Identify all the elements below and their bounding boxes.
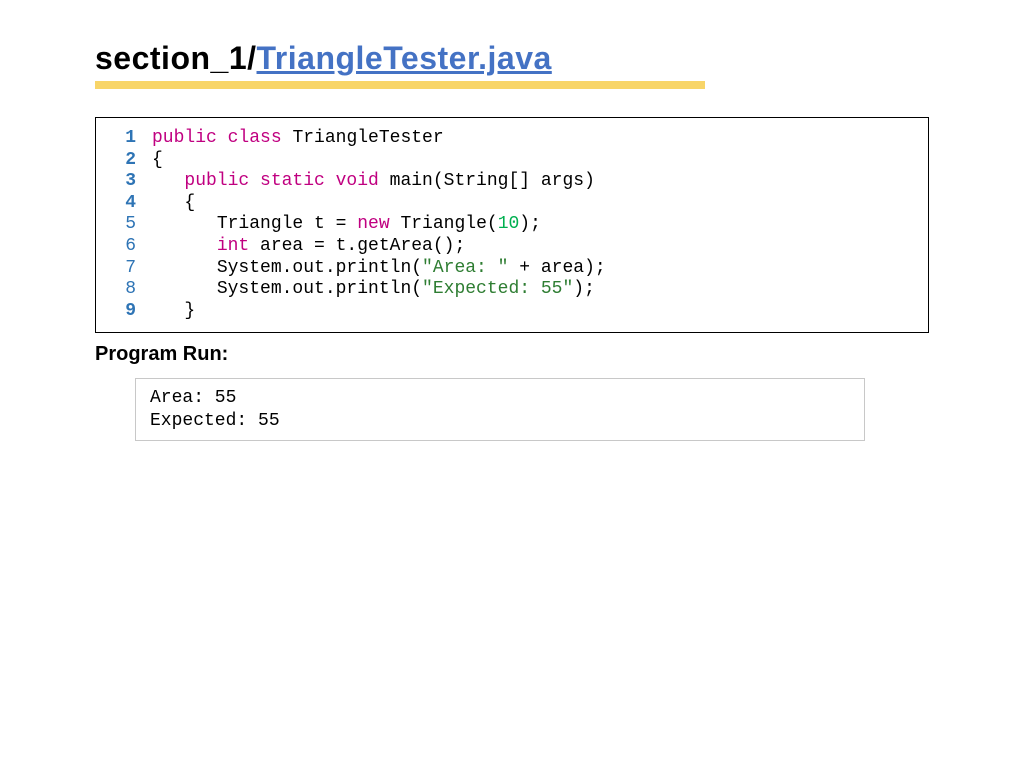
code-indent xyxy=(152,301,184,321)
code-keyword: public class xyxy=(152,128,292,148)
line-number: 7 xyxy=(110,258,136,280)
code-number: 10 xyxy=(498,214,520,234)
line-number: 8 xyxy=(110,279,136,301)
line-number: 3 xyxy=(110,171,136,193)
code-text: } xyxy=(184,301,195,321)
title-underline xyxy=(95,81,705,89)
code-text: ); xyxy=(573,279,595,299)
code-keyword: new xyxy=(357,214,389,234)
code-type: int xyxy=(217,236,249,256)
title-filename-link[interactable]: TriangleTester.java xyxy=(257,40,552,76)
code-string: "Area: " xyxy=(422,258,508,278)
code-indent xyxy=(152,258,217,278)
line-number: 9 xyxy=(110,301,136,323)
code-text: System.out.println( xyxy=(217,258,422,278)
code-text: TriangleTester xyxy=(292,128,443,148)
code-string: "Expected: 55" xyxy=(422,279,573,299)
output-line: Expected: 55 xyxy=(150,411,280,431)
code-indent xyxy=(152,171,184,191)
line-number: 6 xyxy=(110,236,136,258)
code-listing: 1 public class TriangleTester 2 { 3 public… xyxy=(95,117,929,333)
code-text: { xyxy=(184,193,195,213)
code-text: ); xyxy=(519,214,541,234)
code-text: + area); xyxy=(508,258,605,278)
code-indent xyxy=(152,193,184,213)
code-text: Triangle( xyxy=(390,214,498,234)
code-text: System.out.println( xyxy=(217,279,422,299)
code-indent xyxy=(152,236,217,256)
line-number: 4 xyxy=(110,193,136,215)
code-keyword: public static void xyxy=(184,171,389,191)
page-title: section_1/TriangleTester.java xyxy=(95,40,929,77)
line-number: 1 xyxy=(110,128,136,150)
code-indent xyxy=(152,214,217,234)
output-line: Area: 55 xyxy=(150,388,236,408)
code-text: { xyxy=(152,150,163,170)
code-indent xyxy=(152,279,217,299)
page: section_1/TriangleTester.java 1 public cl… xyxy=(0,0,1024,441)
program-run-heading: Program Run: xyxy=(95,343,929,366)
code-text: Triangle t = xyxy=(217,214,357,234)
code-text: area = t.getArea(); xyxy=(249,236,465,256)
program-output: Area: 55 Expected: 55 xyxy=(135,378,865,441)
line-number: 2 xyxy=(110,150,136,172)
line-number: 5 xyxy=(110,214,136,236)
title-prefix: section_1/ xyxy=(95,40,257,76)
code-text: main(String[] args) xyxy=(390,171,595,191)
